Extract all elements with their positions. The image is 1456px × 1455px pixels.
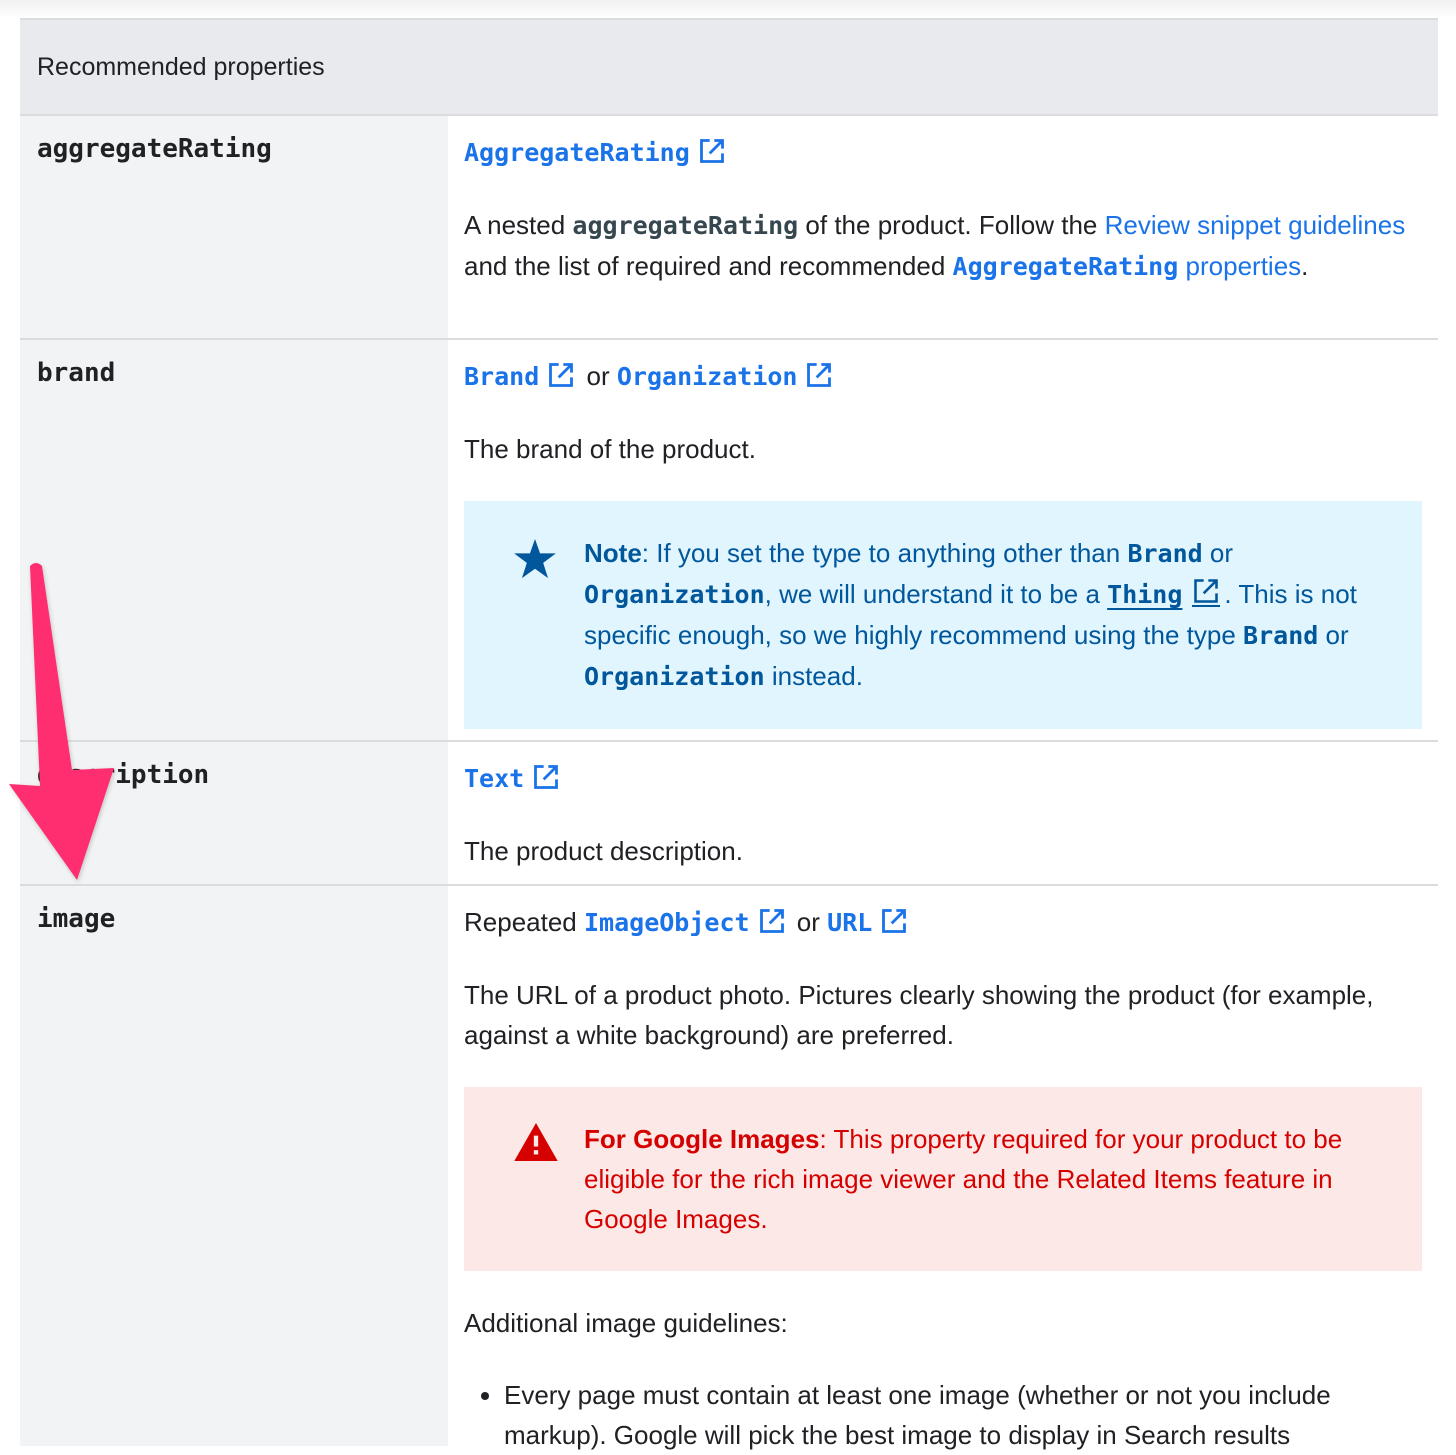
description-text: A nested aggregateRating of the product.… xyxy=(464,210,1406,281)
image-guidelines-list: Every page must contain at least one ima… xyxy=(464,1375,1422,1455)
external-link-icon[interactable] xyxy=(880,907,908,935)
recommended-properties-table: Recommended properties aggregateRating A… xyxy=(20,18,1438,1450)
external-link-icon[interactable] xyxy=(805,361,833,389)
note-callout: Note: If you set the type to anything ot… xyxy=(464,501,1422,729)
warning-callout: For Google Images: This property require… xyxy=(464,1087,1422,1271)
table-row-brand: brand Brand or Organization The brand of… xyxy=(20,340,1438,742)
additional-guidelines-heading: Additional image guidelines: xyxy=(464,1308,788,1338)
property-description: Brand or Organization The brand of the p… xyxy=(448,340,1438,740)
description-text: The brand of the product. xyxy=(464,434,756,464)
property-description: Repeated ImageObject or URL The URL of a… xyxy=(448,886,1438,1450)
external-link-icon[interactable] xyxy=(547,361,575,389)
url-type-link[interactable]: URL xyxy=(827,908,872,937)
text-type-link[interactable]: Text xyxy=(464,764,524,793)
property-name: aggregateRating xyxy=(20,116,448,338)
property-name: image xyxy=(20,886,448,1446)
property-name: brand xyxy=(20,340,448,740)
table-header: Recommended properties xyxy=(20,20,1438,116)
type-line: Text xyxy=(464,758,1422,799)
star-icon xyxy=(514,533,558,697)
external-link-icon[interactable] xyxy=(758,907,786,935)
external-link-icon[interactable] xyxy=(698,137,726,165)
table-row-image: image Repeated ImageObject or URL The UR… xyxy=(20,886,1438,1450)
warning-text: For Google Images: This property require… xyxy=(584,1124,1343,1234)
inline-code: aggregateRating xyxy=(572,211,799,240)
table-row-description: description Text The product description… xyxy=(20,742,1438,886)
table-row-aggregaterating: aggregateRating AggregateRating A nested… xyxy=(20,116,1438,340)
property-description: AggregateRating A nested aggregateRating… xyxy=(448,116,1438,338)
aggregaterating-properties-code-link[interactable]: AggregateRating xyxy=(953,252,1179,281)
brand-type-link[interactable]: Brand xyxy=(464,362,539,391)
imageobject-type-link[interactable]: ImageObject xyxy=(584,908,750,937)
warning-icon xyxy=(514,1119,558,1239)
description-text: The URL of a product photo. Pictures cle… xyxy=(464,980,1374,1050)
list-item: Every page must contain at least one ima… xyxy=(504,1375,1422,1455)
type-line: Repeated ImageObject or URL xyxy=(464,902,1422,943)
top-shadow xyxy=(0,0,1456,18)
review-snippet-guidelines-link[interactable]: Review snippet guidelines xyxy=(1105,210,1406,240)
description-text: The product description. xyxy=(464,836,743,866)
property-description: Text The product description. xyxy=(448,742,1438,884)
type-line: Brand or Organization xyxy=(464,356,1422,397)
properties-link[interactable]: properties xyxy=(1186,251,1302,281)
property-name: description xyxy=(20,742,448,884)
type-line: AggregateRating xyxy=(464,132,1422,173)
external-link-icon[interactable] xyxy=(532,763,560,791)
external-link-icon[interactable] xyxy=(1192,577,1221,607)
aggregaterating-type-link[interactable]: AggregateRating xyxy=(464,138,690,167)
note-text: Note: If you set the type to anything ot… xyxy=(584,538,1357,691)
thing-type-link[interactable]: Thing xyxy=(1107,580,1182,609)
organization-type-link[interactable]: Organization xyxy=(617,362,798,391)
